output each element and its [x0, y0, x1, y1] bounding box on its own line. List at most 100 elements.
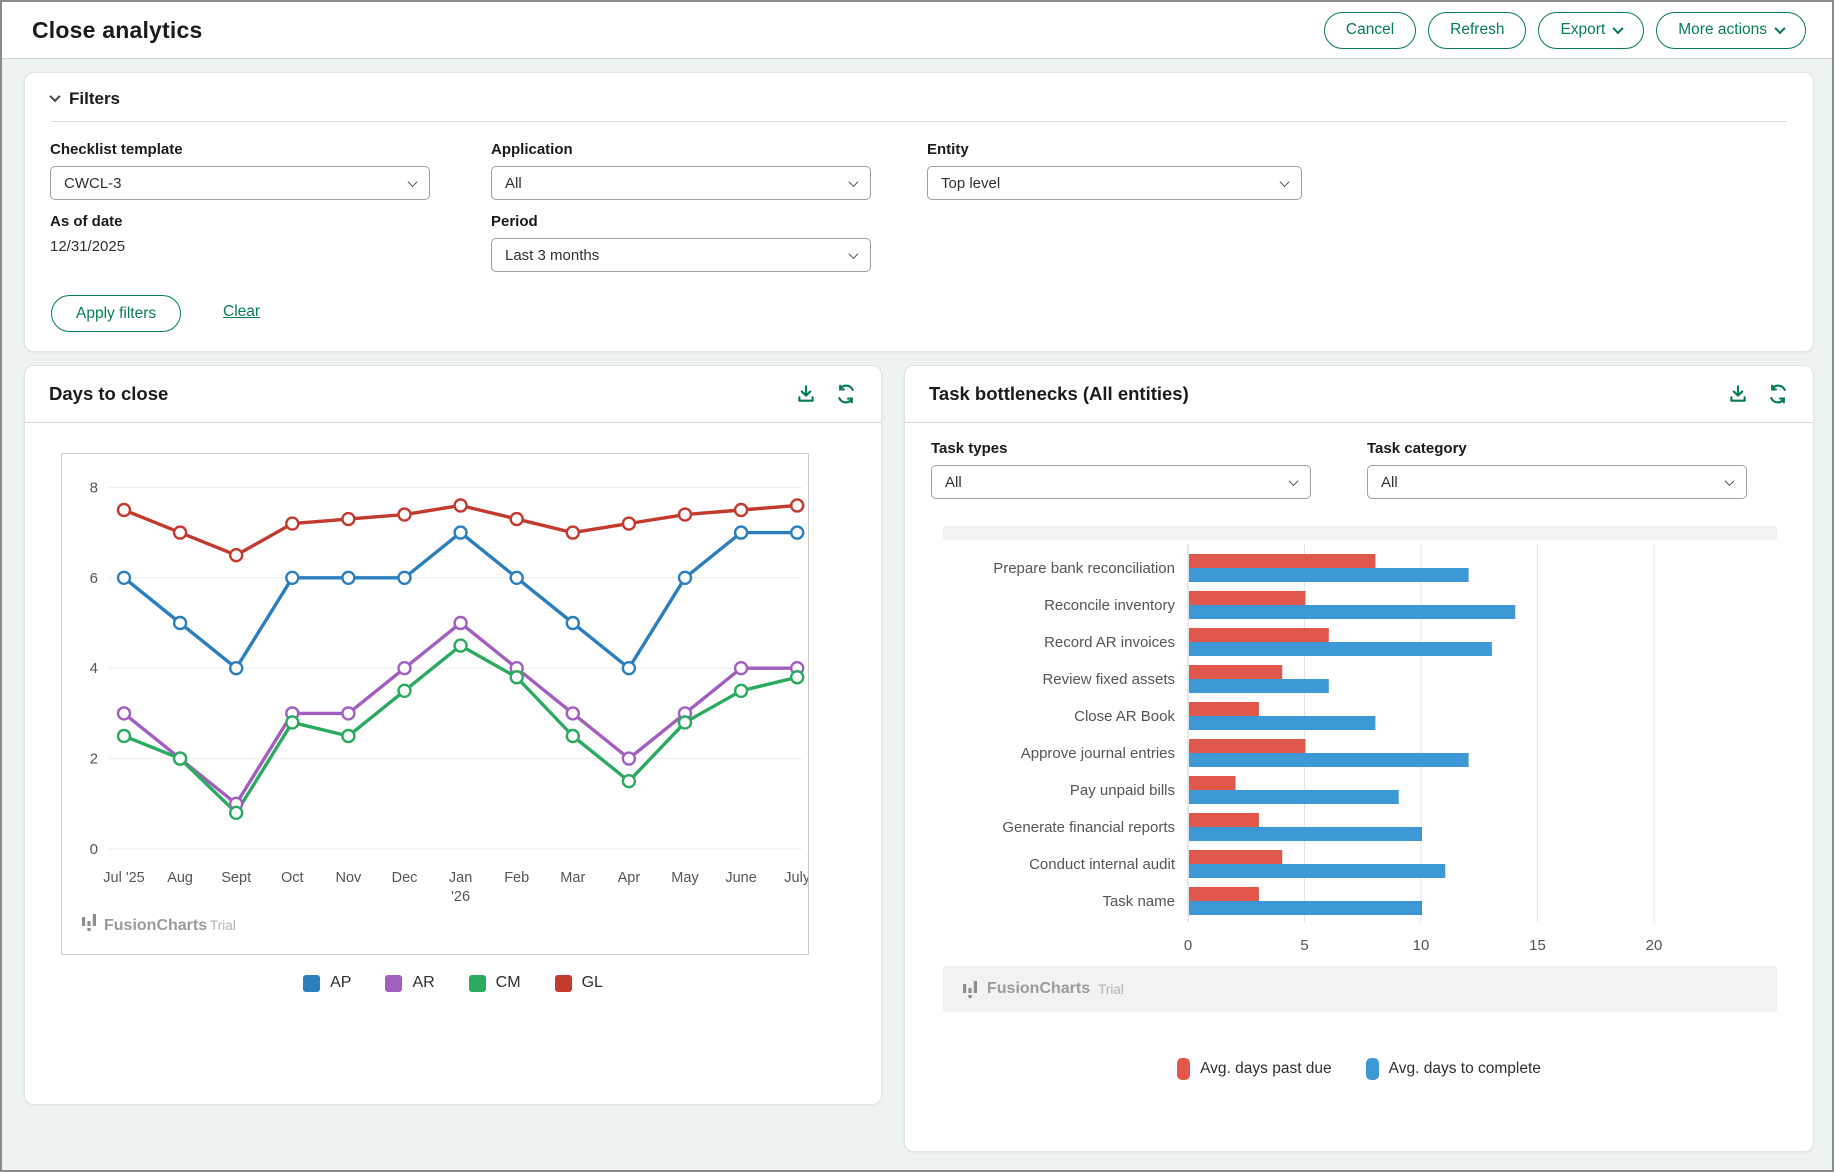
legend-label: GL [582, 974, 603, 992]
export-button[interactable]: Export [1538, 12, 1644, 49]
days-to-close-title: Days to close [49, 383, 168, 405]
svg-text:4: 4 [90, 660, 98, 677]
svg-text:Aug: Aug [167, 870, 193, 886]
task-category-label: Task category [1367, 440, 1747, 457]
svg-text:Jul '25: Jul '25 [103, 870, 144, 886]
svg-text:Sept: Sept [221, 870, 251, 886]
svg-text:Dec: Dec [392, 870, 418, 886]
top-header: Close analytics Cancel Refresh Export Mo… [2, 2, 1832, 59]
days-to-close-panel: Days to close 02468Jul '25AugSeptOctNovD… [24, 365, 882, 1105]
application-value: All [505, 175, 522, 192]
fusioncharts-logo-icon [963, 980, 979, 998]
legend-item[interactable]: Avg. days past due [1177, 1058, 1332, 1080]
chevron-down-icon [1289, 476, 1299, 486]
refresh-icon[interactable] [1767, 383, 1789, 405]
filters-collapse-toggle[interactable]: Filters [51, 89, 120, 109]
more-actions-button[interactable]: More actions [1656, 12, 1806, 49]
svg-text:15: 15 [1529, 937, 1546, 954]
svg-text:Apr: Apr [618, 870, 641, 886]
cancel-button[interactable]: Cancel [1324, 12, 1416, 49]
task-bottlenecks-header: Task bottlenecks (All entities) [905, 366, 1813, 423]
svg-text:Nov: Nov [336, 870, 363, 886]
chevron-down-icon [1280, 177, 1290, 187]
filters-title: Filters [69, 89, 120, 109]
legend-swatch [555, 975, 572, 992]
refresh-button-label: Refresh [1450, 21, 1504, 39]
chart-actions [1727, 383, 1789, 405]
days-to-close-header: Days to close [25, 366, 881, 423]
svg-text:Record AR invoices: Record AR invoices [1044, 634, 1175, 651]
svg-text:Generate financial reports: Generate financial reports [1002, 819, 1175, 836]
application-label: Application [491, 141, 871, 158]
svg-text:Feb: Feb [504, 870, 529, 886]
svg-text:6: 6 [90, 570, 98, 587]
svg-text:Oct: Oct [281, 870, 304, 886]
task-types-label: Task types [931, 440, 1311, 457]
chevron-down-icon [1725, 476, 1735, 486]
more-actions-button-label: More actions [1678, 21, 1767, 39]
refresh-icon[interactable] [835, 383, 857, 405]
period-field: Period Last 3 months [491, 213, 871, 272]
entity-field: Entity Top level [927, 141, 1302, 200]
as-of-date-field: As of date 12/31/2025 [50, 213, 125, 255]
chevron-down-icon [1774, 23, 1785, 34]
svg-text:Approve journal entries: Approve journal entries [1021, 745, 1175, 762]
svg-text:Close AR Book: Close AR Book [1074, 708, 1175, 725]
refresh-button[interactable]: Refresh [1428, 12, 1526, 49]
legend-item[interactable]: AR [385, 974, 434, 992]
download-icon[interactable] [795, 383, 817, 405]
legend-label: CM [496, 974, 521, 992]
apply-filters-button[interactable]: Apply filters [51, 295, 181, 332]
svg-text:July: July [784, 870, 808, 886]
app-frame: Close analytics Cancel Refresh Export Mo… [0, 0, 1834, 1172]
legend-item[interactable]: Avg. days to complete [1366, 1058, 1541, 1080]
svg-text:'26: '26 [451, 889, 470, 905]
svg-text:20: 20 [1646, 937, 1663, 954]
svg-text:5: 5 [1300, 937, 1308, 954]
task-category-value: All [1381, 474, 1398, 491]
filters-panel: Filters Checklist template CWCL-3 Applic… [24, 72, 1814, 352]
checklist-template-select[interactable]: CWCL-3 [50, 166, 430, 200]
clear-filters-link[interactable]: Clear [223, 303, 260, 321]
task-category-select[interactable]: All [1367, 465, 1747, 499]
download-icon[interactable] [1727, 383, 1749, 405]
bar-chart-canvas: Prepare bank reconciliationReconcile inv… [943, 540, 1777, 966]
legend-item[interactable]: CM [469, 974, 521, 992]
days-to-close-legend: AP AR CM GL [25, 974, 881, 992]
legend-item[interactable]: AP [303, 974, 351, 992]
watermark-trial: Trial [1098, 982, 1124, 997]
svg-text:Prepare bank reconciliation: Prepare bank reconciliation [993, 560, 1175, 577]
legend-swatch [385, 975, 402, 992]
days-to-close-chart: 02468Jul '25AugSeptOctNovDecJan'26FebMar… [61, 453, 809, 955]
svg-text:Pay unpaid bills: Pay unpaid bills [1070, 782, 1175, 799]
as-of-date-label: As of date [50, 213, 125, 230]
legend-item[interactable]: GL [555, 974, 603, 992]
svg-text:10: 10 [1413, 937, 1430, 954]
application-field: Application All [491, 141, 871, 200]
legend-swatch [1366, 1058, 1379, 1080]
task-types-select[interactable]: All [931, 465, 1311, 499]
watermark-brand: FusionCharts [987, 980, 1090, 998]
fusioncharts-watermark: FusionCharts Trial [943, 966, 1777, 1012]
legend-swatch [469, 975, 486, 992]
task-bottlenecks-title: Task bottlenecks (All entities) [929, 383, 1189, 405]
svg-text:Jan: Jan [449, 870, 472, 886]
legend-label: Avg. days to complete [1389, 1060, 1541, 1078]
as-of-date-value: 12/31/2025 [50, 238, 125, 255]
entity-select[interactable]: Top level [927, 166, 1302, 200]
svg-text:0: 0 [90, 841, 98, 858]
svg-text:0: 0 [1184, 937, 1192, 954]
page-title: Close analytics [32, 17, 202, 44]
svg-text:Trial: Trial [210, 918, 236, 933]
svg-text:FusionCharts: FusionCharts [104, 917, 207, 934]
chevron-down-icon [849, 249, 859, 259]
task-bottlenecks-chart: Prepare bank reconciliationReconcile inv… [943, 526, 1777, 1012]
checklist-template-value: CWCL-3 [64, 175, 122, 192]
cancel-button-label: Cancel [1346, 21, 1394, 39]
legend-label: Avg. days past due [1200, 1060, 1332, 1078]
period-select[interactable]: Last 3 months [491, 238, 871, 272]
chart-actions [795, 383, 857, 405]
line-chart-canvas: 02468Jul '25AugSeptOctNovDecJan'26FebMar… [62, 454, 808, 954]
application-select[interactable]: All [491, 166, 871, 200]
entity-label: Entity [927, 141, 1302, 158]
